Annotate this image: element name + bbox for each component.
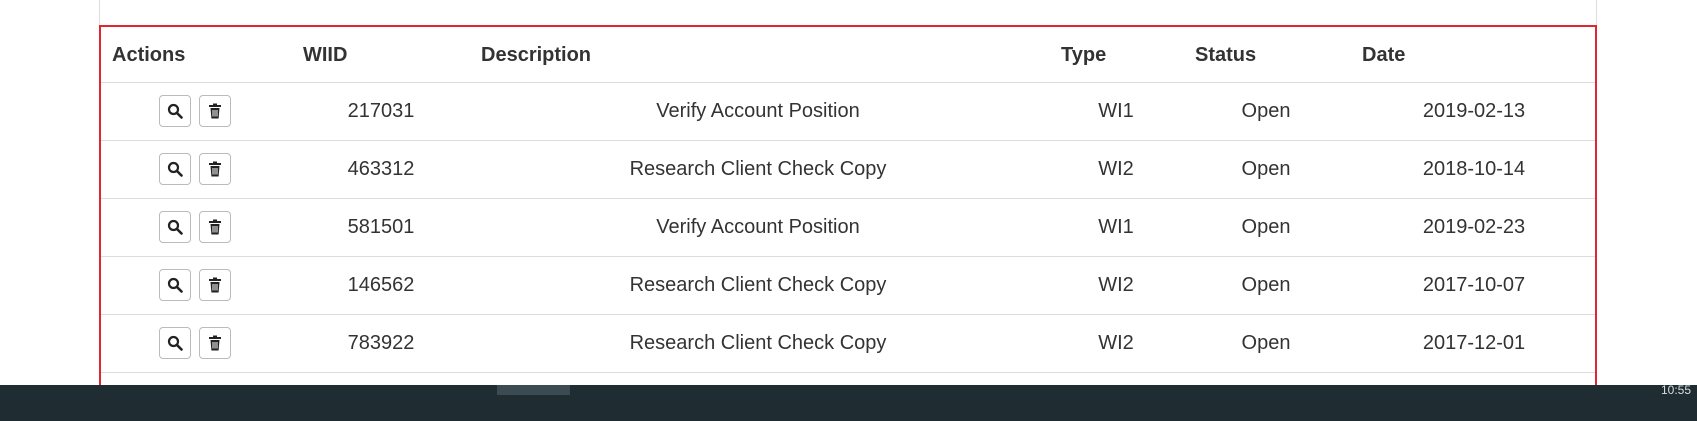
delete-button[interactable] — [199, 153, 231, 185]
view-button[interactable] — [159, 269, 191, 301]
column-header-actions[interactable]: Actions — [112, 44, 185, 67]
search-icon — [167, 277, 183, 293]
cell-date: 2017-10-07 — [1422, 274, 1526, 296]
cell-date: 2019-02-13 — [1422, 100, 1526, 122]
view-button[interactable] — [159, 327, 191, 359]
cell-status: Open — [1241, 216, 1291, 238]
work-items-grid: Actions WIID Description Type Status Dat… — [99, 25, 1597, 396]
table-row[interactable]: 217031 Verify Account Position WI1 Open 2019… — [101, 83, 1595, 141]
cell-status: Open — [1241, 100, 1291, 122]
cell-wiid: 217031 — [347, 100, 415, 122]
cell-description: Verify Account Position — [656, 100, 860, 122]
cell-type: WI1 — [1098, 100, 1134, 122]
column-header-date[interactable]: Date — [1362, 44, 1405, 67]
taskbar: 10:55 — [0, 383, 1697, 421]
cell-wiid: 581501 — [347, 216, 415, 238]
trash-icon — [208, 219, 222, 235]
cell-status: Open — [1241, 332, 1291, 354]
trash-icon — [208, 335, 222, 351]
column-header-status[interactable]: Status — [1195, 44, 1256, 67]
cell-description: Verify Account Position — [656, 216, 860, 238]
trash-icon — [208, 161, 222, 177]
cell-status: Open — [1241, 158, 1291, 180]
view-button[interactable] — [159, 95, 191, 127]
cell-type: WI1 — [1098, 216, 1134, 238]
taskbar-clock: 10:55 — [1660, 383, 1691, 397]
cell-status: Open — [1241, 274, 1291, 296]
cell-wiid: 463312 — [347, 158, 415, 180]
cell-type: WI2 — [1098, 274, 1134, 296]
search-icon — [167, 161, 183, 177]
cell-wiid: 783922 — [347, 332, 415, 354]
column-header-wiid[interactable]: WIID — [303, 44, 347, 67]
grid-header-row: Actions WIID Description Type Status Dat… — [101, 27, 1595, 83]
table-row[interactable]: 581501 Verify Account Position WI1 Open 2019… — [101, 199, 1595, 257]
search-icon — [167, 335, 183, 351]
table-row[interactable]: 146562 Research Client Check Copy WI2 Open 2… — [101, 257, 1595, 315]
cell-date: 2018-10-14 — [1422, 158, 1526, 180]
cell-wiid: 146562 — [347, 274, 415, 296]
cell-type: WI2 — [1098, 332, 1134, 354]
delete-button[interactable] — [199, 95, 231, 127]
view-button[interactable] — [159, 211, 191, 243]
search-icon — [167, 219, 183, 235]
delete-button[interactable] — [199, 211, 231, 243]
search-icon — [167, 103, 183, 119]
trash-icon — [208, 277, 222, 293]
table-row[interactable]: 463312 Research Client Check Copy WI2 Open 2… — [101, 141, 1595, 199]
cell-date: 2017-12-01 — [1422, 332, 1526, 354]
cell-description: Research Client Check Copy — [629, 332, 887, 354]
cell-date: 2019-02-23 — [1422, 216, 1526, 238]
cell-description: Research Client Check Copy — [629, 158, 887, 180]
view-button[interactable] — [159, 153, 191, 185]
cell-description: Research Client Check Copy — [629, 274, 887, 296]
delete-button[interactable] — [199, 269, 231, 301]
panel-frame-top — [99, 0, 1597, 26]
table-row[interactable]: 783922 Research Client Check Copy WI2 Open 2… — [101, 315, 1595, 373]
trash-icon — [208, 103, 222, 119]
column-header-description[interactable]: Description — [481, 44, 591, 67]
taskbar-scroll-thumb[interactable] — [497, 385, 570, 395]
column-header-type[interactable]: Type — [1061, 44, 1106, 67]
cell-type: WI2 — [1098, 158, 1134, 180]
delete-button[interactable] — [199, 327, 231, 359]
